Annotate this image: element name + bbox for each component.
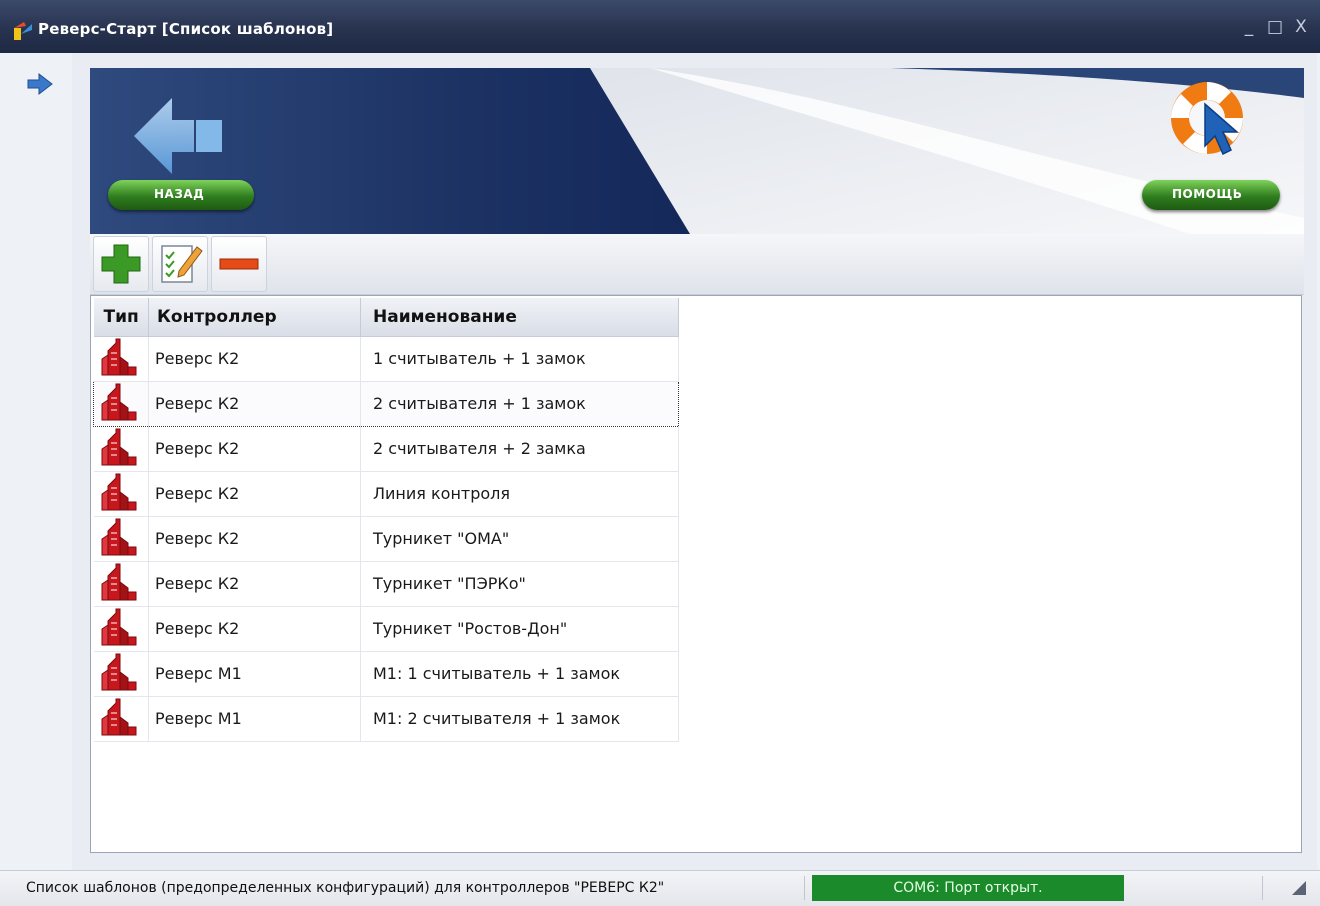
controller-type-icon — [101, 428, 136, 465]
cell-type — [93, 696, 149, 742]
left-strip — [0, 53, 72, 870]
maximize-button[interactable]: □ — [1264, 16, 1286, 38]
header-banner: НАЗАД ПОМОЩЬ — [90, 68, 1304, 234]
cell-type — [93, 426, 149, 472]
table-row[interactable]: Реверс М1 М1: 2 считывателя + 1 замок — [93, 696, 679, 742]
cell-type — [93, 380, 149, 427]
controller-type-icon — [101, 608, 136, 645]
cell-type — [93, 336, 149, 382]
status-separator — [804, 876, 805, 900]
cell-name: 2 считывателя + 1 замок — [360, 380, 679, 427]
remove-button[interactable] — [211, 236, 267, 292]
controller-type-icon — [101, 383, 137, 420]
cell-type — [93, 516, 149, 562]
templates-grid[interactable]: Тип Контроллер Наименование Реверс К2 1 с… — [90, 295, 1302, 853]
add-icon — [101, 244, 141, 284]
close-button[interactable]: X — [1290, 16, 1312, 38]
app-window: Реверс-Старт [Список шаблонов] _ □ X НАЗ… — [0, 0, 1320, 906]
cell-controller: Реверс К2 — [148, 561, 361, 607]
resize-grip-icon[interactable] — [1292, 881, 1306, 895]
cell-name: Турникет "Ростов-Дон" — [360, 606, 679, 652]
add-button[interactable] — [93, 236, 149, 292]
cell-type — [93, 606, 149, 652]
banner-background — [90, 68, 1304, 234]
cell-controller: Реверс К2 — [148, 336, 361, 382]
cell-controller: Реверс К2 — [148, 380, 361, 427]
cell-controller: Реверс К2 — [148, 606, 361, 652]
status-message: Список шаблонов (предопределенных конфиг… — [26, 880, 665, 896]
expand-arrow-icon[interactable] — [26, 72, 54, 96]
title-bar[interactable]: Реверс-Старт [Список шаблонов] _ □ X — [0, 0, 1320, 53]
controller-type-icon — [101, 653, 136, 690]
cell-controller: Реверс М1 — [148, 651, 361, 697]
port-status: COM6: Порт открыт. — [812, 875, 1124, 901]
controller-type-icon — [101, 473, 136, 510]
column-header-type[interactable]: Тип — [93, 298, 149, 337]
cell-name: 2 считывателя + 2 замка — [360, 426, 679, 472]
back-button-label: НАЗАД — [154, 187, 205, 201]
table-row[interactable]: Реверс К2 Турникет "ПЭРКо" — [93, 561, 679, 607]
toolbar — [90, 234, 1304, 295]
cell-name: 1 считыватель + 1 замок — [360, 336, 679, 382]
templates-table: Тип Контроллер Наименование Реверс К2 1 с… — [93, 298, 679, 742]
cell-name: Турникет "ОМА" — [360, 516, 679, 562]
table-row[interactable]: Реверс К2 Линия контроля — [93, 471, 679, 517]
table-row[interactable]: Реверс К2 Турникет "ОМА" — [93, 516, 679, 562]
minimize-button[interactable]: _ — [1238, 16, 1260, 38]
back-button[interactable]: НАЗАД — [108, 180, 254, 210]
cell-name: М1: 1 считыватель + 1 замок — [360, 651, 679, 697]
column-header-controller[interactable]: Контроллер — [148, 298, 361, 337]
app-icon — [14, 22, 32, 40]
edit-button[interactable] — [152, 236, 208, 292]
cell-type — [93, 651, 149, 697]
controller-type-icon — [101, 338, 136, 375]
cell-name: Турникет "ПЭРКо" — [360, 561, 679, 607]
cell-type — [93, 471, 149, 517]
table-header: Тип Контроллер Наименование — [93, 298, 679, 337]
table-row[interactable]: Реверс К2 2 считывателя + 2 замка — [93, 426, 679, 472]
table-body: Реверс К2 1 считыватель + 1 замок Реверс К… — [93, 336, 679, 742]
cell-type — [93, 561, 149, 607]
table-row[interactable]: Реверс К2 Турникет "Ростов-Дон" — [93, 606, 679, 652]
cell-name: Линия контроля — [360, 471, 679, 517]
status-bar: Список шаблонов (предопределенных конфиг… — [0, 870, 1320, 906]
cell-name: М1: 2 считывателя + 1 замок — [360, 696, 679, 742]
table-row[interactable]: Реверс М1 М1: 1 считыватель + 1 замок — [93, 651, 679, 697]
controller-type-icon — [101, 698, 136, 735]
lifebuoy-icon[interactable] — [1165, 76, 1249, 160]
cell-controller: Реверс М1 — [148, 696, 361, 742]
status-separator — [1262, 876, 1263, 900]
table-row[interactable]: Реверс К2 2 считывателя + 1 замок — [93, 380, 679, 427]
window-title: Реверс-Старт [Список шаблонов] — [38, 20, 334, 38]
column-header-name[interactable]: Наименование — [360, 298, 679, 337]
cell-controller: Реверс К2 — [148, 426, 361, 472]
back-arrow-icon[interactable] — [132, 94, 224, 178]
cell-controller: Реверс К2 — [148, 516, 361, 562]
help-button[interactable]: ПОМОЩЬ — [1142, 180, 1280, 210]
cell-controller: Реверс К2 — [148, 471, 361, 517]
help-button-label: ПОМОЩЬ — [1172, 187, 1243, 201]
table-row[interactable]: Реверс К2 1 считыватель + 1 замок — [93, 336, 679, 382]
controller-type-icon — [101, 563, 136, 600]
remove-icon — [219, 258, 259, 270]
edit-icon — [161, 245, 203, 283]
controller-type-icon — [101, 518, 136, 555]
